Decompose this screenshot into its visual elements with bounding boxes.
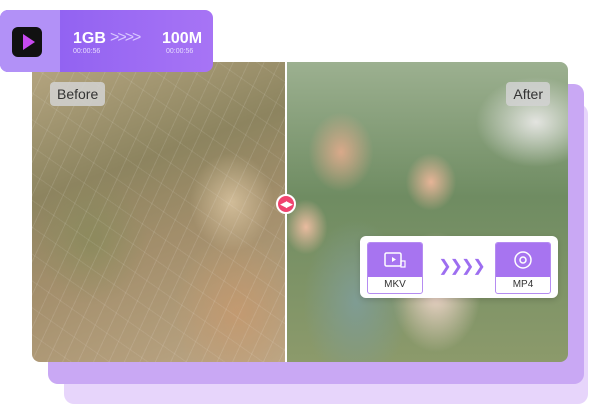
audio-waveform [255, 3, 537, 43]
before-after-comparison: ◀▶ Before After [32, 62, 568, 362]
compressed-size: 100M [162, 30, 203, 47]
original-duration: 00:00:56 [73, 48, 101, 55]
before-label: Before [50, 82, 106, 106]
target-format-tile: MP4 [495, 242, 551, 294]
compression-badge: 1GB 00:00:56 >>>> 100M 00:00:56 [0, 10, 213, 72]
after-photo [286, 62, 568, 362]
convert-arrows-icon: ❯❯❯❯ [438, 258, 486, 275]
source-format-tile: MKV [367, 242, 423, 294]
format-conversion-card: MKV ❯❯❯❯ MP4 [360, 236, 558, 298]
comparison-slider-handle[interactable]: ◀▶ [276, 194, 296, 214]
compress-arrows-icon: >>>> [110, 29, 141, 46]
app-logo-icon [12, 27, 42, 57]
target-format-label: MP4 [512, 279, 534, 290]
source-format-label: MKV [384, 279, 406, 290]
original-size: 1GB [73, 30, 106, 47]
after-label: After [506, 82, 550, 106]
left-right-arrows-icon: ◀▶ [280, 198, 293, 209]
app-icon-container [0, 10, 60, 72]
compressed-duration: 00:00:56 [166, 48, 194, 55]
before-photo [32, 62, 286, 362]
video-file-icon [384, 252, 406, 268]
disc-icon [514, 251, 532, 269]
